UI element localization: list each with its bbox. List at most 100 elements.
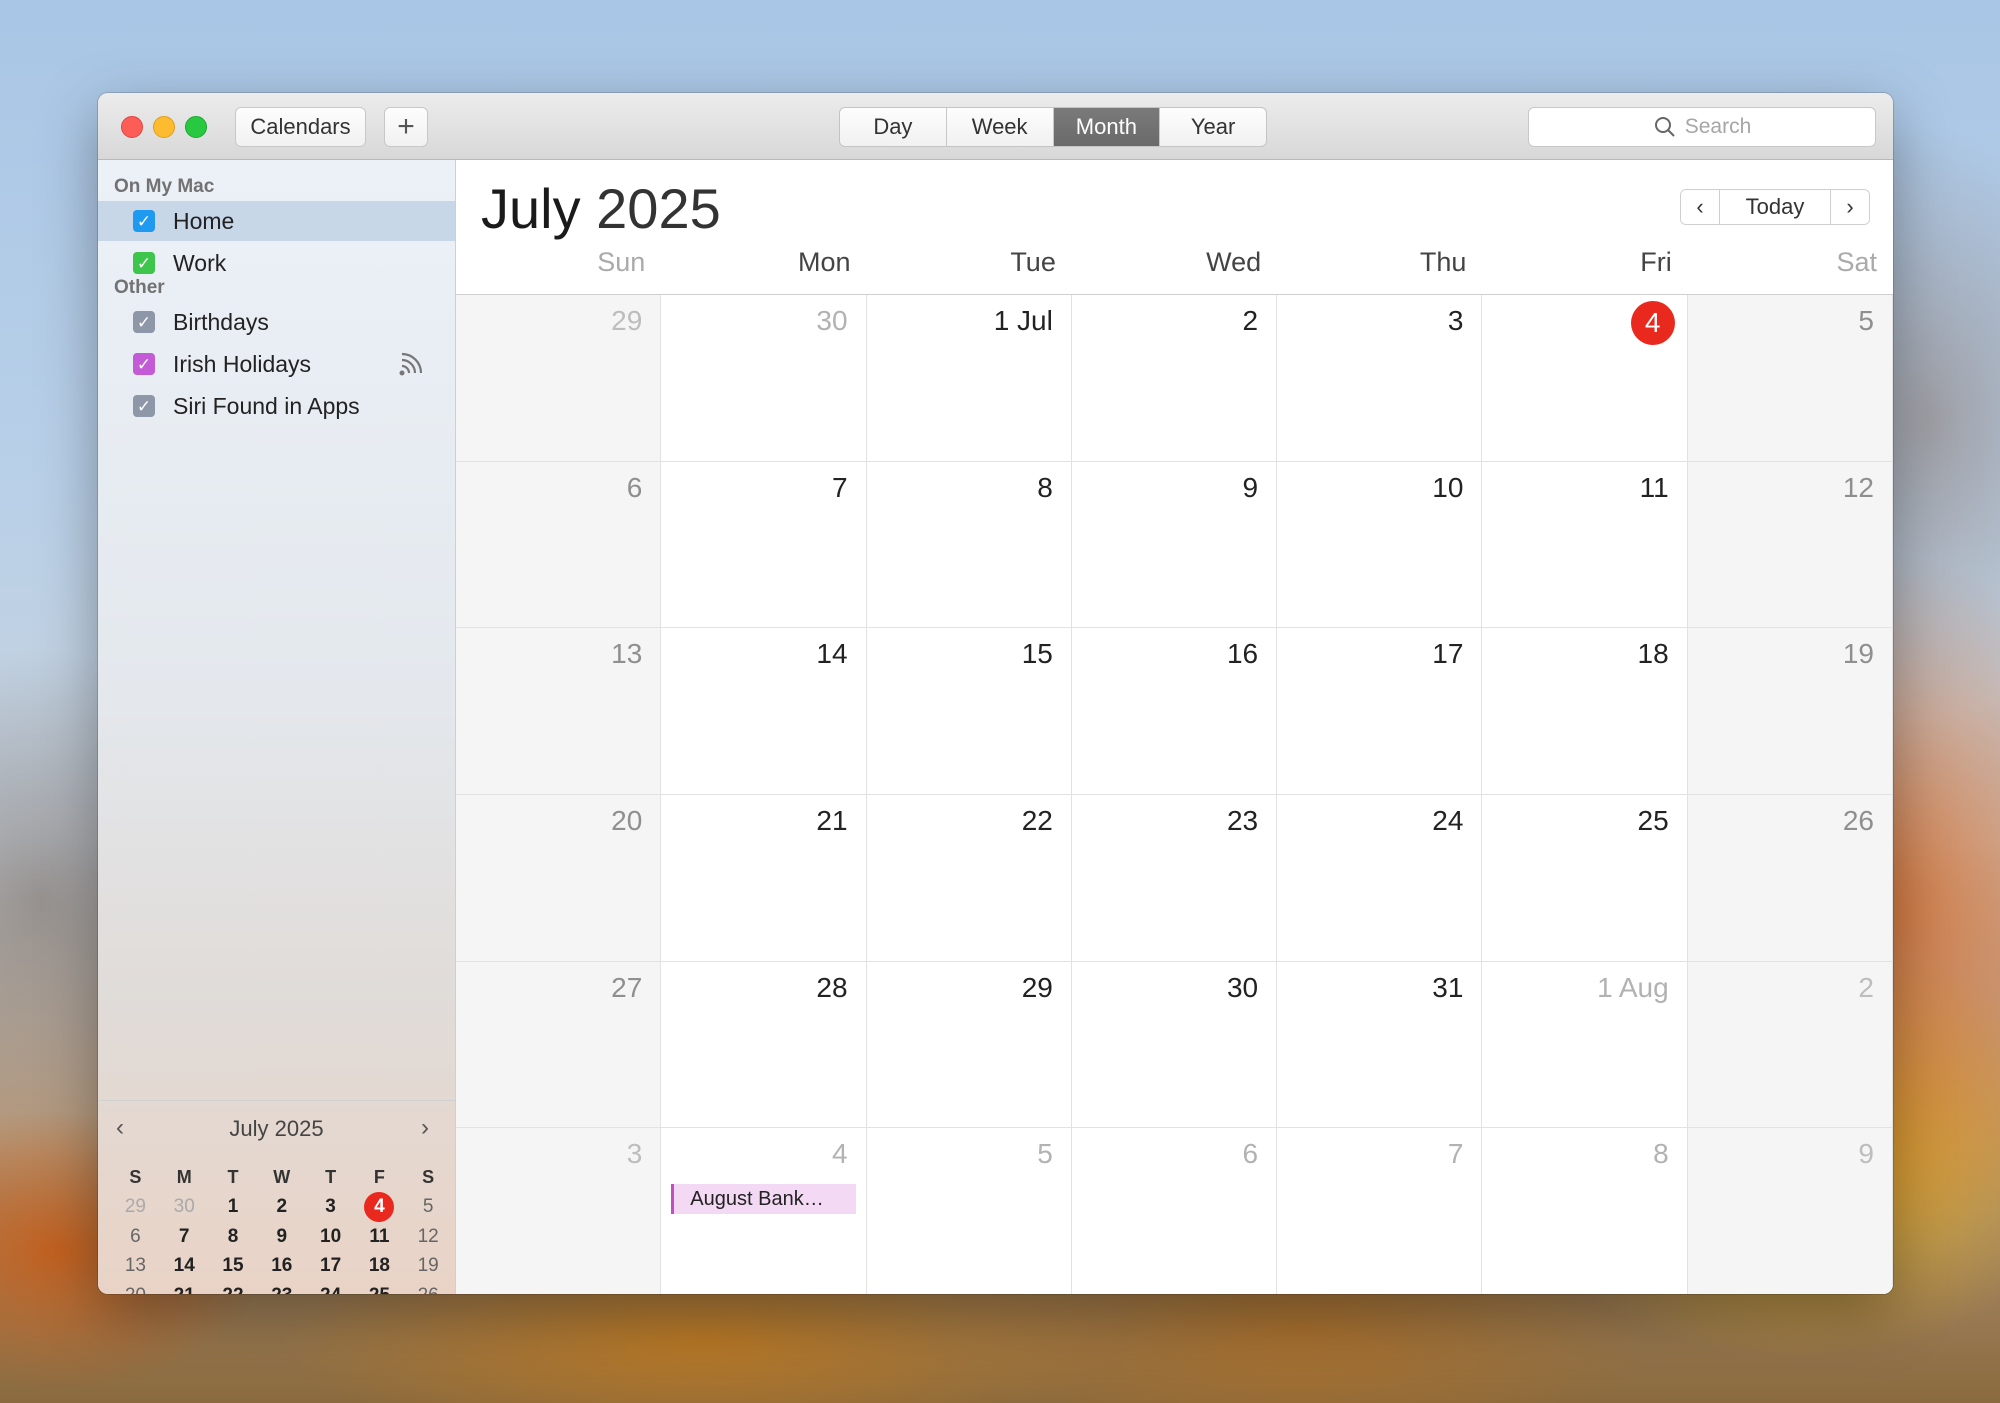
view-tab-day[interactable]: Day [840,108,947,146]
day-cell[interactable]: 9 [1071,461,1278,629]
mini-day[interactable]: 7 [160,1226,209,1248]
close-button[interactable] [121,116,143,138]
mini-day[interactable]: 19 [404,1255,453,1277]
day-cell[interactable]: 15 [866,628,1072,795]
calendars-button[interactable]: Calendars [235,107,366,147]
prev-month-button[interactable]: ‹ [1681,190,1720,224]
mini-day[interactable]: 2 [257,1196,306,1218]
sidebar-item-irish-holidays[interactable]: ✓ Irish Holidays [98,344,455,384]
mini-day[interactable]: 9 [257,1226,306,1248]
day-cell[interactable]: 14 [661,628,867,795]
day-cell[interactable]: 25 [1482,795,1688,962]
view-tab-year[interactable]: Year [1160,108,1266,146]
mini-day[interactable]: 24 [306,1285,355,1294]
calendar-checkbox[interactable]: ✓ [133,395,155,417]
calendar-checkbox[interactable]: ✓ [133,353,155,375]
mini-day[interactable]: 22 [209,1285,258,1294]
mini-day[interactable]: 11 [355,1226,404,1248]
mini-next-month-button[interactable]: › [421,1114,429,1142]
sidebar-item-siri-found-in-apps[interactable]: ✓ Siri Found in Apps [98,386,455,426]
mini-day[interactable]: 3 [306,1196,355,1218]
day-cell[interactable]: 26 [1687,795,1893,962]
day-cell[interactable]: 27 [456,961,662,1129]
day-cell[interactable]: 28 [661,961,867,1129]
day-cell[interactable]: 21 [661,795,867,962]
view-tab-week[interactable]: Week [947,108,1054,146]
add-event-button[interactable]: + [384,107,428,147]
day-cell[interactable]: 8 [1482,1128,1688,1294]
sidebar-item-home[interactable]: ✓ Home [98,201,455,241]
sidebar-item-label: Siri Found in Apps [173,392,360,419]
day-cell[interactable]: 30 [1071,961,1278,1129]
day-cell[interactable]: 13 [456,628,662,795]
mini-day[interactable]: 6 [111,1226,160,1248]
mini-day[interactable]: 29 [111,1196,160,1218]
day-cell[interactable]: 1 Aug [1482,961,1688,1129]
mini-day[interactable]: 26 [404,1285,453,1294]
day-cell[interactable]: 20 [456,795,662,962]
day-cell[interactable]: 23 [1071,795,1278,962]
mini-day[interactable]: 15 [209,1255,258,1277]
mini-calendar: ‹ July 2025 › S M T W T F S 29 30 1 2 3 4 5 6 7 8 9 10 11 12… [98,1100,455,1294]
calendar-checkbox[interactable]: ✓ [133,311,155,333]
today-button[interactable]: Today [1720,190,1831,224]
day-cell[interactable]: 6 [1071,1128,1278,1294]
day-cell[interactable]: 16 [1071,628,1278,795]
mini-day[interactable]: 8 [209,1226,258,1248]
day-cell[interactable]: 19 [1687,628,1893,795]
sidebar-section-title: Other [114,277,165,298]
zoom-button[interactable] [185,116,207,138]
day-cell[interactable]: 12 [1687,461,1893,629]
day-cell[interactable]: 4 [1482,295,1688,462]
day-cell[interactable]: 31 [1277,961,1483,1129]
day-cell[interactable]: 9 [1687,1128,1893,1294]
mini-day[interactable]: 1 [209,1196,258,1218]
day-cell[interactable]: 18 [1482,628,1688,795]
day-cell[interactable]: 29 [866,961,1072,1129]
day-cell[interactable]: 7 [1277,1128,1483,1294]
day-cell[interactable]: 4 August Bank… [661,1128,867,1294]
mini-day[interactable]: 30 [160,1196,209,1218]
day-cell[interactable]: 30 [661,295,867,462]
day-number: 3 [626,1138,643,1170]
mini-day[interactable]: 16 [257,1255,306,1277]
day-cell[interactable]: 11 [1482,461,1688,629]
calendar-checkbox[interactable]: ✓ [133,252,155,274]
sidebar-item-birthdays[interactable]: ✓ Birthdays [98,302,455,342]
mini-day[interactable]: 23 [257,1285,306,1294]
mini-day[interactable]: 4 [355,1192,404,1223]
day-cell[interactable]: 22 [866,795,1072,962]
day-cell[interactable]: 3 [456,1128,662,1294]
mini-day[interactable]: 12 [404,1226,453,1248]
day-cell[interactable]: 3 [1277,295,1483,462]
day-cell[interactable]: 7 [661,461,867,629]
day-cell[interactable]: 5 [866,1128,1072,1294]
search-field[interactable]: Search [1528,107,1876,147]
day-cell[interactable]: 1 Jul [866,295,1072,462]
day-number: 2 [1858,971,1874,1003]
mini-day[interactable]: 5 [404,1196,453,1218]
mini-day[interactable]: 18 [355,1255,404,1277]
next-month-button[interactable]: › [1831,190,1869,224]
day-cell[interactable]: 2 [1687,961,1893,1129]
mini-day[interactable]: 21 [160,1285,209,1294]
mini-day[interactable]: 14 [160,1255,209,1277]
mini-day[interactable]: 10 [306,1226,355,1248]
mini-week-row: 13 14 15 16 17 18 19 [111,1252,453,1282]
day-cell[interactable]: 17 [1277,628,1483,795]
day-cell[interactable]: 29 [456,295,662,462]
calendar-event[interactable]: August Bank… [671,1184,856,1215]
mini-day[interactable]: 25 [355,1285,404,1294]
day-cell[interactable]: 6 [456,461,662,629]
minimize-button[interactable] [153,116,175,138]
mini-day[interactable]: 20 [111,1285,160,1294]
calendar-checkbox[interactable]: ✓ [133,210,155,232]
day-cell[interactable]: 5 [1687,295,1893,462]
view-tab-month[interactable]: Month [1053,108,1161,146]
day-cell[interactable]: 8 [866,461,1072,629]
mini-day[interactable]: 17 [306,1255,355,1277]
day-cell[interactable]: 2 [1071,295,1278,462]
day-cell[interactable]: 24 [1277,795,1483,962]
day-cell[interactable]: 10 [1277,461,1483,629]
mini-day[interactable]: 13 [111,1255,160,1277]
